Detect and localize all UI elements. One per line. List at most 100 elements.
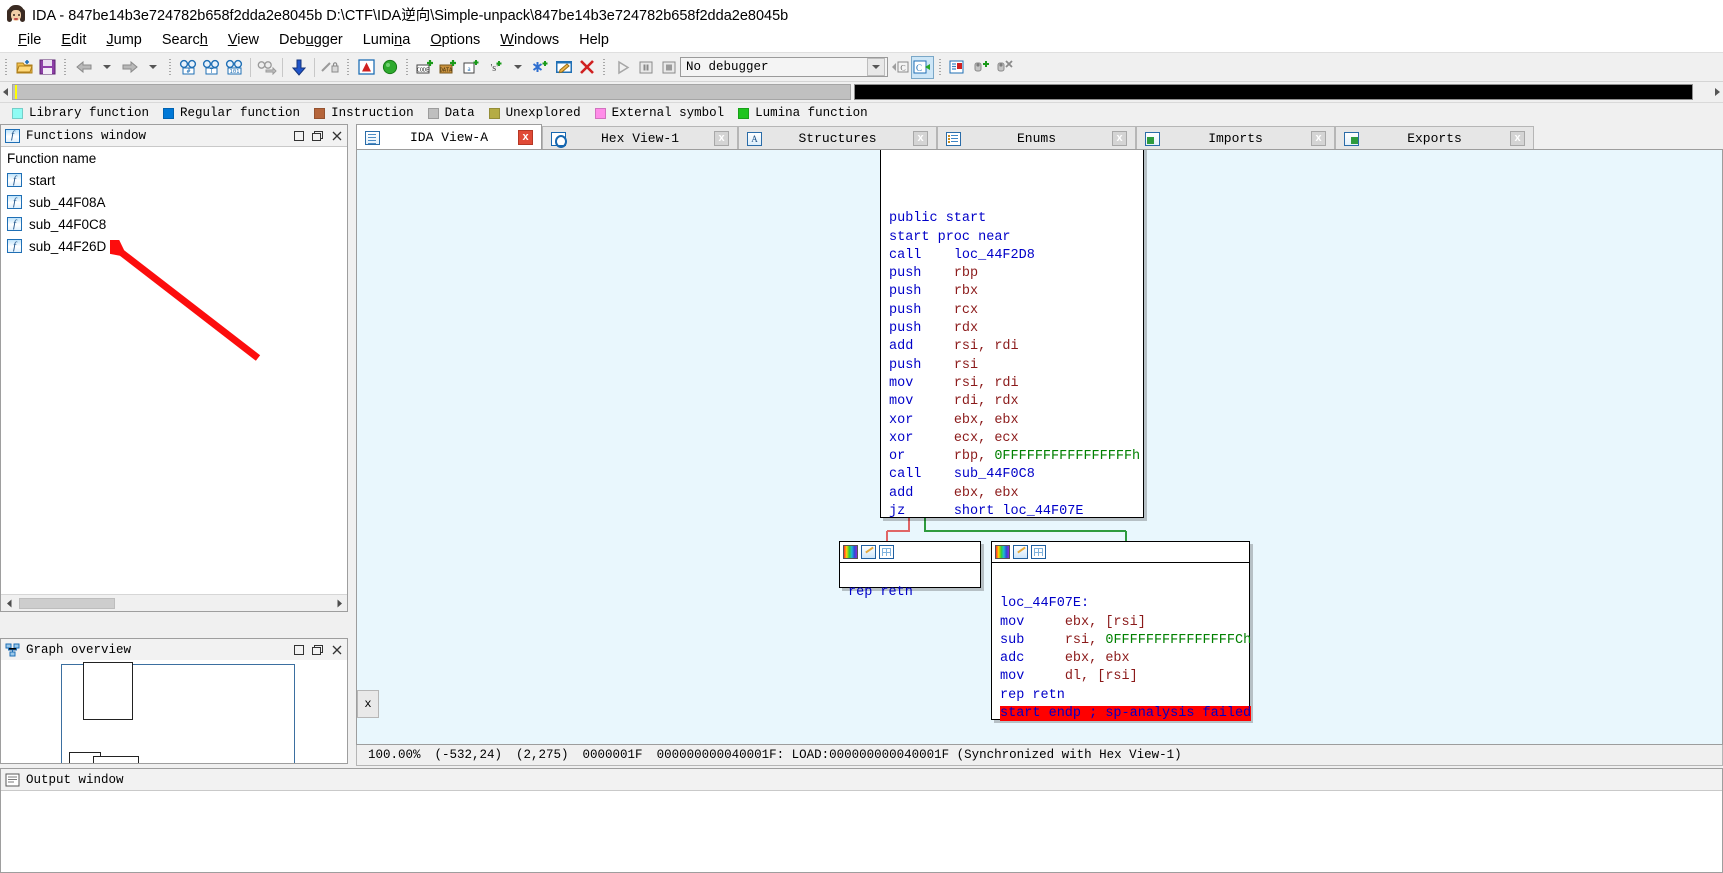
add-breakpoint-button[interactable] [970, 56, 993, 79]
menu-view[interactable]: View [218, 30, 269, 50]
close-icon[interactable] [328, 642, 345, 658]
maximize-icon[interactable] [290, 128, 307, 144]
ida-view-a-graph[interactable]: public start start proc near call loc_44… [356, 149, 1723, 745]
nav-scroll-left-icon[interactable] [0, 83, 12, 101]
restore-icon[interactable] [309, 128, 326, 144]
tab-exports[interactable]: Exports x [1335, 126, 1534, 150]
forward-dropdown[interactable] [141, 56, 164, 79]
menu-jump[interactable]: Jump [96, 30, 151, 50]
search-text-button[interactable]: T [200, 56, 223, 79]
decompile-all-button[interactable]: C [911, 55, 934, 79]
tab-hex-view-1[interactable]: Hex View-1 x [542, 126, 738, 150]
tab-ida-view-a[interactable]: IDA View-A x [356, 124, 542, 150]
function-row-sub-44f08a[interactable]: f sub_44F08A [1, 191, 347, 213]
undefine-button[interactable] [575, 56, 598, 79]
menu-lumina[interactable]: Lumina [353, 30, 421, 50]
open-file-button[interactable] [13, 56, 36, 79]
node-color-icon[interactable] [843, 545, 858, 559]
tab-close-button[interactable]: x [518, 130, 533, 145]
toolbar-grip[interactable] [601, 57, 608, 77]
nav-scroll-right-icon[interactable] [1711, 83, 1723, 101]
tab-area-close-button[interactable]: x [357, 690, 379, 718]
toolbar-grip[interactable] [3, 57, 10, 77]
function-f-icon: f [7, 217, 22, 231]
graph-overview-canvas[interactable] [1, 660, 347, 763]
make-struct-button[interactable] [529, 56, 552, 79]
toolbar-group-edit: CODE DATA a 's' [401, 54, 598, 80]
delete-breakpoint-button[interactable] [993, 56, 1016, 79]
make-string-button[interactable]: 's' [483, 56, 506, 79]
menu-file[interactable]: File [8, 30, 51, 50]
run-button[interactable] [611, 56, 634, 79]
pause-button[interactable] [634, 56, 657, 79]
search-next-button[interactable] [255, 56, 278, 79]
restore-icon[interactable] [309, 642, 326, 658]
make-data-button[interactable]: DATA [437, 56, 460, 79]
status-node-coords: (2,275) [516, 748, 569, 762]
node-color-icon[interactable] [995, 545, 1010, 559]
function-row-start[interactable]: f start [1, 169, 347, 191]
toolbar-grip[interactable] [937, 57, 944, 77]
menu-options[interactable]: Options [420, 30, 490, 50]
tab-close-button[interactable]: x [1510, 131, 1525, 146]
tab-imports[interactable]: Imports x [1136, 126, 1335, 150]
lock-button[interactable] [319, 56, 342, 79]
function-row-sub-44f0c8[interactable]: f sub_44F0C8 [1, 213, 347, 235]
column-header-function-name: Function name [7, 150, 97, 166]
toolbar-grip[interactable] [167, 57, 174, 77]
menu-help[interactable]: Help [569, 30, 619, 50]
scrollbar-thumb[interactable] [19, 597, 115, 609]
stop-button[interactable] [657, 56, 680, 79]
warning-button[interactable] [355, 56, 378, 79]
node-layout-icon[interactable] [879, 545, 894, 559]
function-row-sub-44f26d[interactable]: f sub_44F26D [1, 235, 347, 257]
graph-node-rep-retn[interactable]: rep retn [839, 541, 981, 600]
graph-node-loc-44f07e[interactable]: loc_44F07E: mov ebx, [rsi] sub rsi, 0FFF… [991, 541, 1251, 722]
back-button[interactable] [72, 56, 95, 79]
menu-edit[interactable]: Edit [51, 30, 96, 50]
tab-close-button[interactable]: x [714, 131, 729, 146]
functions-column-header[interactable]: Function name [1, 147, 347, 170]
decompile-button[interactable]: C [888, 56, 911, 79]
close-icon[interactable] [328, 128, 345, 144]
svg-text:T: T [210, 68, 214, 75]
node-layout-icon[interactable] [1031, 545, 1046, 559]
maximize-icon[interactable] [290, 642, 307, 658]
jump-down-button[interactable] [287, 56, 310, 79]
run-to-button[interactable] [378, 56, 401, 79]
save-file-button[interactable] [36, 56, 59, 79]
scroll-right-icon[interactable] [331, 596, 347, 611]
navigation-bar[interactable] [12, 84, 851, 100]
tab-enums[interactable]: Enums x [937, 126, 1136, 150]
scrollbar-track[interactable] [17, 595, 331, 611]
node-edit-icon[interactable] [1013, 545, 1028, 559]
string-dropdown[interactable] [506, 56, 529, 79]
edit-function-button[interactable] [552, 56, 575, 79]
tab-close-button[interactable]: x [1311, 131, 1326, 146]
menu-windows[interactable]: Windows [490, 30, 569, 50]
toolbar-grip[interactable] [404, 57, 411, 77]
menu-search[interactable]: Search [152, 30, 218, 50]
toolbar-grip[interactable] [62, 57, 69, 77]
exports-icon [1344, 131, 1359, 146]
search-hex-button[interactable]: # [177, 56, 200, 79]
make-code-button[interactable]: CODE [414, 56, 437, 79]
debugger-select[interactable]: No debugger [680, 57, 888, 77]
toolbar-grip[interactable] [345, 57, 352, 77]
chevron-down-icon[interactable] [867, 58, 885, 76]
node-edit-icon[interactable] [861, 545, 876, 559]
tab-label: Hex View-1 [600, 131, 679, 146]
back-dropdown[interactable] [95, 56, 118, 79]
scroll-left-icon[interactable] [1, 596, 17, 611]
tab-close-button[interactable]: x [1112, 131, 1127, 146]
make-array-button[interactable]: a [460, 56, 483, 79]
functions-horizontal-scrollbar[interactable] [1, 594, 347, 611]
graph-node-start-block[interactable]: public start start proc near call loc_44… [880, 150, 1144, 519]
open-subviews-button[interactable] [947, 56, 970, 79]
tab-structures[interactable]: A Structures x [738, 126, 937, 150]
navigation-bar-overview[interactable] [854, 84, 1693, 100]
search-sequence-button[interactable]: 101 [223, 56, 246, 79]
tab-close-button[interactable]: x [913, 131, 928, 146]
forward-button[interactable] [118, 56, 141, 79]
menu-debugger[interactable]: Debugger [269, 30, 353, 50]
